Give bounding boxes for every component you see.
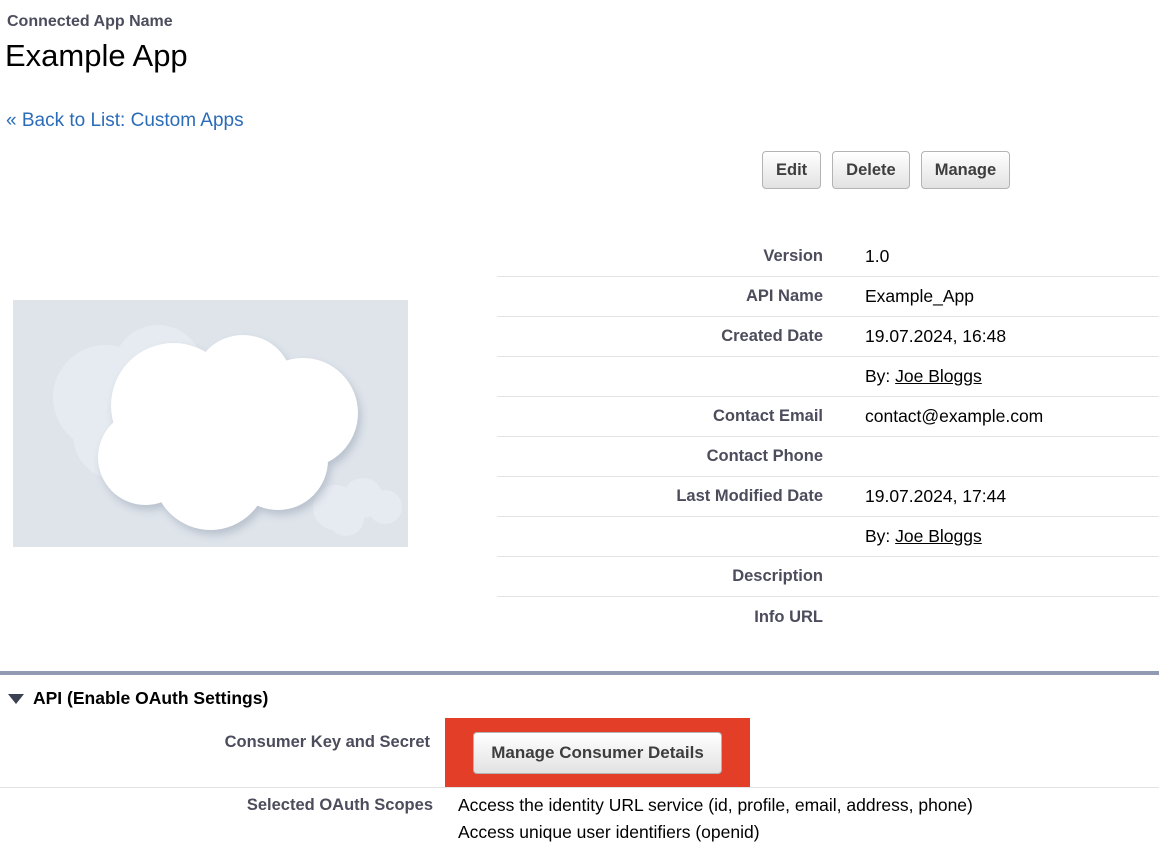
by-prefix: By:: [865, 526, 890, 546]
table-row: Contact Phone: [497, 437, 1159, 477]
field-value: 1.0: [823, 246, 889, 267]
selected-oauth-scopes-label: Selected OAuth Scopes: [0, 796, 433, 815]
field-value: 19.07.2024, 17:44: [823, 486, 1006, 507]
oauth-scope-item: Access unique user identifiers (openid): [458, 819, 973, 846]
field-label: Version: [497, 247, 823, 266]
row-separator: [0, 787, 1159, 788]
field-label: Description: [497, 567, 823, 586]
field-label: API Name: [497, 287, 823, 306]
oauth-scopes-values: Access the identity URL service (id, pro…: [458, 792, 973, 846]
connected-app-detail-page: Connected App Name Example App « Back to…: [0, 0, 1159, 848]
field-label: Info URL: [497, 608, 823, 627]
field-value: contact@example.com: [823, 406, 1043, 427]
by-prefix: By:: [865, 366, 890, 386]
detail-table: Version 1.0 API Name Example_App Created…: [497, 237, 1159, 637]
back-to-list-link[interactable]: « Back to List: Custom Apps: [6, 110, 244, 132]
field-value: Example_App: [823, 286, 974, 307]
table-row: Created Date 19.07.2024, 16:48: [497, 317, 1159, 357]
oauth-section-header[interactable]: API (Enable OAuth Settings): [8, 688, 268, 709]
table-row: Info URL: [497, 597, 1159, 637]
page-title: Example App: [5, 38, 188, 74]
table-row: Version 1.0: [497, 237, 1159, 277]
field-label: Contact Phone: [497, 447, 823, 466]
created-by-user-link[interactable]: Joe Bloggs: [895, 366, 982, 386]
entity-type-label: Connected App Name: [7, 13, 173, 31]
red-highlight-annotation: Manage Consumer Details: [445, 718, 750, 787]
section-divider: [0, 671, 1159, 675]
field-value: By: Joe Bloggs: [823, 526, 982, 547]
oauth-scope-item: Access the identity URL service (id, pro…: [458, 792, 973, 819]
table-row: Last Modified Date 19.07.2024, 17:44: [497, 477, 1159, 517]
table-row: Description: [497, 557, 1159, 597]
consumer-key-secret-label: Consumer Key and Secret: [0, 733, 430, 752]
app-logo-cloud-image: [13, 300, 408, 547]
section-title: API (Enable OAuth Settings): [33, 688, 268, 709]
field-label: Last Modified Date: [497, 487, 823, 506]
action-toolbar: Edit Delete Manage: [762, 151, 1010, 189]
field-label: Contact Email: [497, 407, 823, 426]
table-row: Contact Email contact@example.com: [497, 397, 1159, 437]
field-value: By: Joe Bloggs: [823, 366, 982, 387]
modified-by-user-link[interactable]: Joe Bloggs: [895, 526, 982, 546]
table-row: By: Joe Bloggs: [497, 357, 1159, 397]
field-value: 19.07.2024, 16:48: [823, 326, 1006, 347]
collapse-triangle-icon: [8, 694, 24, 704]
delete-button[interactable]: Delete: [832, 151, 910, 189]
table-row: By: Joe Bloggs: [497, 517, 1159, 557]
table-row: API Name Example_App: [497, 277, 1159, 317]
manage-button[interactable]: Manage: [921, 151, 1010, 189]
manage-consumer-details-button[interactable]: Manage Consumer Details: [473, 732, 722, 774]
edit-button[interactable]: Edit: [762, 151, 821, 189]
field-label: Created Date: [497, 327, 823, 346]
